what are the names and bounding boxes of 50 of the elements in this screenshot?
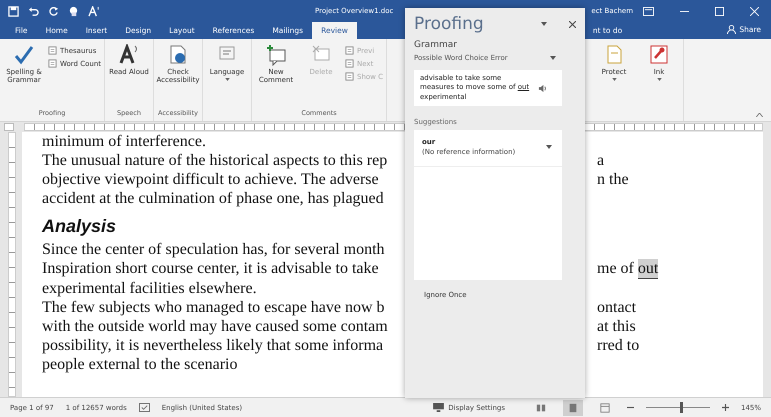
undo-icon[interactable] bbox=[28, 6, 39, 16]
text-line: Inspiration short course center, it is advisable to take bbox=[42, 259, 379, 279]
caret-icon[interactable] bbox=[656, 78, 662, 82]
proofing-icon[interactable] bbox=[138, 403, 150, 412]
text-fragment: rred to bbox=[597, 336, 640, 355]
caret-icon[interactable] bbox=[612, 78, 616, 82]
zoom-out-icon[interactable] bbox=[626, 404, 634, 411]
text-line: minimum of interference. bbox=[42, 132, 206, 151]
speaker-icon[interactable] bbox=[538, 84, 547, 93]
person-icon[interactable] bbox=[727, 25, 736, 34]
text-fragment: a bbox=[597, 151, 604, 170]
font-size-icon[interactable] bbox=[88, 6, 101, 16]
view-button[interactable] bbox=[562, 400, 583, 416]
small-document-icon[interactable] bbox=[48, 46, 57, 55]
text-fragment: me of bbox=[597, 259, 634, 279]
caret-icon[interactable] bbox=[550, 56, 556, 60]
section-title: Grammar bbox=[414, 40, 458, 50]
collapse-ribbon-icon[interactable] bbox=[756, 113, 763, 117]
pane-title: Proofing bbox=[414, 14, 485, 34]
read-mode-icon bbox=[536, 402, 546, 412]
close-icon[interactable] bbox=[569, 20, 576, 28]
text-line: people external to the scenario bbox=[42, 355, 238, 374]
ribbon-options-icon[interactable] bbox=[643, 6, 654, 16]
new-comment-icon bbox=[265, 44, 288, 66]
caret-icon[interactable] bbox=[546, 145, 552, 150]
text-fragment: ontact bbox=[597, 298, 636, 317]
flagged-word: out bbox=[638, 259, 658, 279]
text-line: The unusual nature of the historical aspects to this rep bbox=[42, 151, 388, 170]
slider-thumb[interactable] bbox=[680, 402, 684, 413]
print-layout-icon bbox=[568, 402, 578, 412]
text-line: possibility, it is nevertheless likely that some informa bbox=[42, 336, 384, 355]
spelling-check-icon bbox=[13, 44, 35, 66]
monitor-icon[interactable] bbox=[433, 403, 444, 412]
zoom-in-icon[interactable] bbox=[722, 404, 729, 411]
pen-icon bbox=[648, 44, 670, 66]
save-icon[interactable] bbox=[8, 6, 19, 16]
small-document-icon[interactable] bbox=[48, 59, 57, 68]
text-line: objective viewpoint difficult to achieve. The adverse bbox=[42, 170, 379, 189]
text-line: The few subjects who managed to escape have now b bbox=[42, 298, 385, 317]
heading: Analysis bbox=[42, 215, 116, 238]
text-line: accident at the culmination of phase one, has plagued bbox=[42, 189, 384, 208]
redo-icon[interactable] bbox=[48, 6, 59, 16]
text-line: with the outside world may have caused some contam bbox=[42, 317, 388, 336]
web-layout-icon bbox=[600, 402, 610, 412]
maximize-icon[interactable] bbox=[715, 6, 724, 16]
caret-icon[interactable] bbox=[224, 78, 230, 82]
text-fragment: n the bbox=[597, 170, 629, 189]
text-fragment: at this bbox=[597, 317, 636, 336]
text-line: Since the center of speculation has, for several month bbox=[42, 240, 385, 259]
text-line: experimental facilities elsewhere. bbox=[42, 279, 257, 298]
